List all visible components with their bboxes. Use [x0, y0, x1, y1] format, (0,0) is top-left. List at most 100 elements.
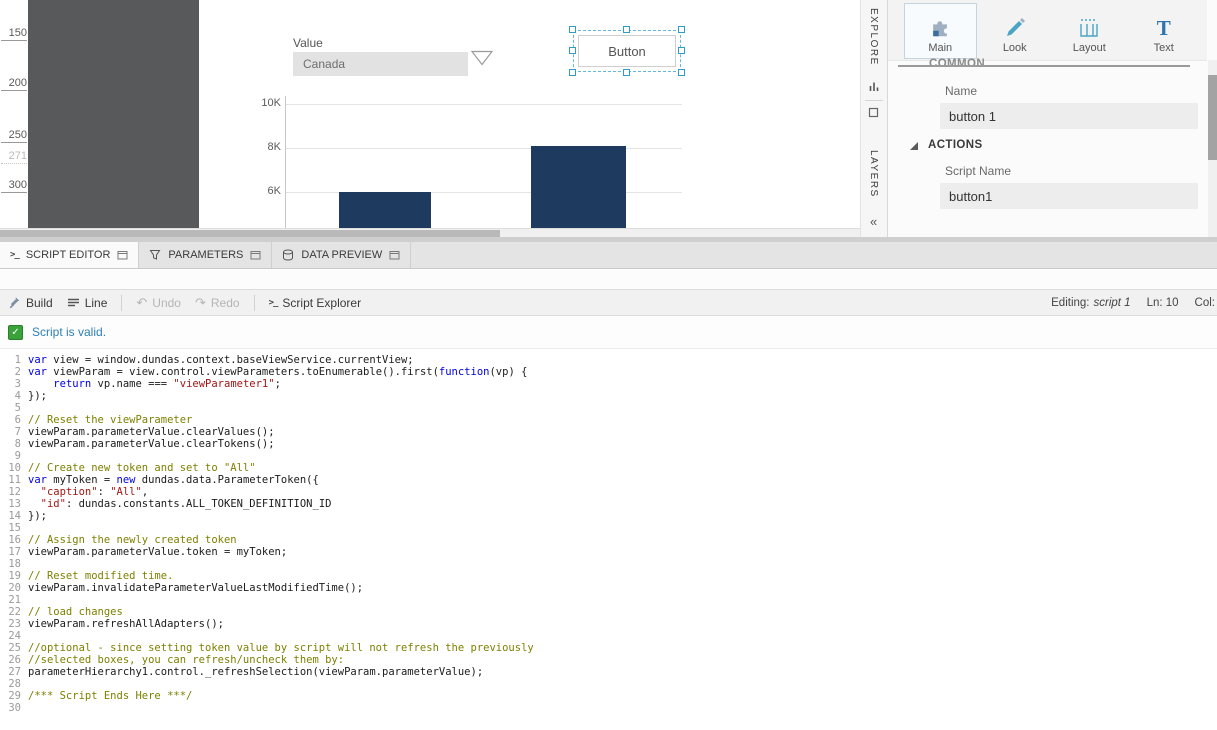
checkbox-icon[interactable] — [868, 107, 879, 118]
code-line[interactable]: 2var viewParam = view.control.viewParame… — [0, 366, 1217, 378]
code-line[interactable]: 14}); — [0, 510, 1217, 522]
left-chart-bar[interactable] — [28, 0, 199, 228]
script-explorer-button[interactable]: >_ Script Explorer — [269, 296, 362, 310]
code-line[interactable]: 25//optional - since setting token value… — [0, 642, 1217, 654]
code-line[interactable]: 16// Assign the newly created token — [0, 534, 1217, 546]
line-number: 23 — [0, 618, 28, 630]
tab-text[interactable]: T Text — [1128, 3, 1201, 59]
code-line[interactable]: 11var myToken = new dundas.data.Paramete… — [0, 474, 1217, 486]
code-text: viewParam.parameterValue.token = myToken… — [28, 546, 287, 558]
code-line[interactable]: 9 — [0, 450, 1217, 462]
toolbar-separator — [121, 295, 122, 311]
section-title: ACTIONS — [928, 139, 983, 151]
line-number: 19 — [0, 570, 28, 582]
code-line[interactable]: 17viewParam.parameterValue.token = myTok… — [0, 546, 1217, 558]
code-text: viewParam.parameterValue.clearValues(); — [28, 426, 275, 438]
undo-icon: ↶ — [136, 297, 147, 309]
code-line[interactable]: 6// Reset the viewParameter — [0, 414, 1217, 426]
code-line[interactable]: 7viewParam.parameterValue.clearValues(); — [0, 426, 1217, 438]
explore-tab[interactable]: EXPLORE — [868, 8, 879, 66]
collapse-panel-icon[interactable]: « — [870, 214, 877, 229]
undo-button[interactable]: ↶ Undo — [136, 296, 181, 310]
button-label: Undo — [152, 296, 181, 310]
popout-icon[interactable] — [250, 250, 261, 260]
dropdown-selected-value: Canada — [303, 57, 345, 71]
metrics-icon[interactable] — [868, 80, 880, 92]
horizontal-scrollbar[interactable] — [0, 228, 861, 237]
tab-label: Look — [1003, 42, 1027, 54]
code-line[interactable]: 23viewParam.refreshAllAdapters(); — [0, 618, 1217, 630]
selection-handle[interactable] — [678, 69, 685, 76]
code-editor[interactable]: 1var view = window.dundas.context.baseVi… — [0, 349, 1217, 730]
section-title: COMMON — [929, 58, 985, 70]
chart-bar[interactable] — [531, 146, 626, 228]
line-indicator: Ln: 10 — [1147, 297, 1179, 309]
code-line[interactable]: 8viewParam.parameterValue.clearTokens(); — [0, 438, 1217, 450]
selection-handle[interactable] — [678, 47, 685, 54]
layers-tab[interactable]: LAYERS — [868, 150, 879, 198]
name-input[interactable] — [940, 103, 1198, 129]
line-number: 4 — [0, 390, 28, 402]
build-button[interactable]: Build — [8, 296, 53, 310]
popout-icon[interactable] — [389, 250, 400, 260]
tab-main[interactable]: Main — [904, 3, 977, 59]
script-name-input[interactable] — [940, 183, 1198, 209]
code-line[interactable]: 10// Create new token and set to "All" — [0, 462, 1217, 474]
properties-tabs: Main Look Layout T Text — [904, 3, 1200, 59]
editing-target: Editing:script 1 — [1051, 297, 1130, 309]
selection-handle[interactable] — [623, 26, 630, 33]
code-text: "caption": "All", — [28, 486, 148, 498]
dashboard-canvas[interactable]: 150 200 250 271 300 Value Canada 10K 8K … — [0, 0, 861, 237]
selection-handle[interactable] — [569, 69, 576, 76]
dundas-dashboard-designer: 150 200 250 271 300 Value Canada 10K 8K … — [0, 0, 1217, 730]
parameter-dropdown[interactable]: Canada — [293, 52, 468, 76]
selection-handle[interactable] — [569, 47, 576, 54]
dropdown-arrow-icon[interactable] — [470, 50, 494, 66]
line-button[interactable]: Line — [67, 296, 108, 310]
tab-look[interactable]: Look — [979, 3, 1052, 59]
code-line[interactable]: 22// load changes — [0, 606, 1217, 618]
code-line[interactable]: 12 "caption": "All", — [0, 486, 1217, 498]
popout-icon[interactable] — [117, 250, 128, 260]
code-line[interactable]: 28 — [0, 678, 1217, 690]
code-line[interactable]: 29/*** Script Ends Here ***/ — [0, 690, 1217, 702]
selection-handle[interactable] — [678, 26, 685, 33]
selection-handle[interactable] — [569, 26, 576, 33]
expand-triangle-icon — [910, 142, 918, 150]
y-axis-tick: 8K — [251, 141, 281, 153]
code-line[interactable]: 3 return vp.name === "viewParameter1"; — [0, 378, 1217, 390]
code-line[interactable]: 13 "id": dundas.constants.ALL_TOKEN_DEFI… — [0, 498, 1217, 510]
scrollbar-thumb[interactable] — [1208, 75, 1217, 160]
line-number: 16 — [0, 534, 28, 546]
code-line[interactable]: 1var view = window.dundas.context.baseVi… — [0, 354, 1217, 366]
code-line[interactable]: 19// Reset modified time. — [0, 570, 1217, 582]
scrollbar-thumb[interactable] — [0, 230, 500, 237]
layout-grid-icon — [1078, 15, 1100, 39]
chart-bar[interactable] — [339, 192, 431, 228]
code-line[interactable]: 18 — [0, 558, 1217, 570]
tab-data-preview[interactable]: DATA PREVIEW — [272, 242, 411, 268]
code-line[interactable]: 4}); — [0, 390, 1217, 402]
tab-parameters[interactable]: PARAMETERS — [139, 242, 272, 268]
vertical-scrollbar[interactable] — [1208, 60, 1217, 237]
code-text: }); — [28, 510, 47, 522]
tab-label: Text — [1154, 42, 1174, 54]
code-line[interactable]: 24 — [0, 630, 1217, 642]
button-widget[interactable]: Button — [578, 35, 676, 67]
code-line[interactable]: 20viewParam.invalidateParameterValueLast… — [0, 582, 1217, 594]
script-name-label: Script Name — [945, 164, 1011, 178]
divider — [865, 100, 883, 101]
section-common-header[interactable]: COMMON — [898, 57, 1190, 75]
code-line[interactable]: 5 — [0, 402, 1217, 414]
code-line[interactable]: 30 — [0, 702, 1217, 714]
tab-script-editor[interactable]: >_ SCRIPT EDITOR — [0, 242, 139, 268]
code-text: // Create new token and set to "All" — [28, 462, 256, 474]
section-actions-header[interactable]: ACTIONS — [910, 139, 983, 151]
selection-handle[interactable] — [623, 69, 630, 76]
code-line[interactable]: 15 — [0, 522, 1217, 534]
code-line[interactable]: 21 — [0, 594, 1217, 606]
redo-button[interactable]: ↷ Redo — [195, 296, 240, 310]
tab-layout[interactable]: Layout — [1053, 3, 1126, 59]
code-line[interactable]: 27parameterHierarchy1.control._refreshSe… — [0, 666, 1217, 678]
code-line[interactable]: 26//selected boxes, you can refresh/unch… — [0, 654, 1217, 666]
